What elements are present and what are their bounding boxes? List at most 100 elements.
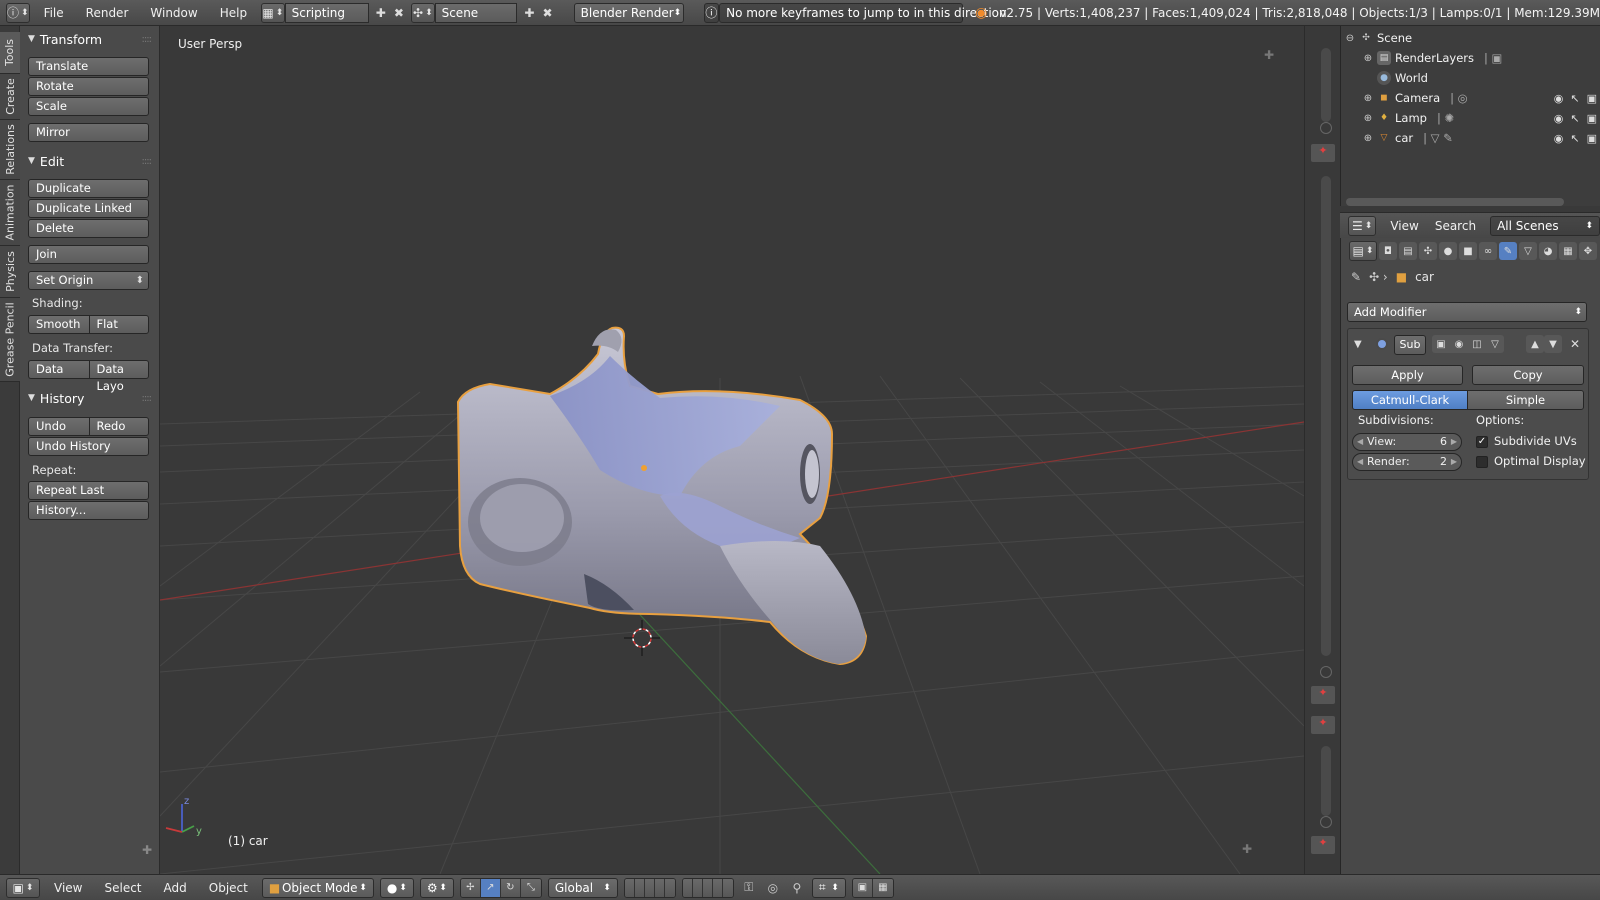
optimal-display-checkbox[interactable] (1476, 456, 1488, 468)
texture-tab-icon[interactable]: ▦ (1559, 242, 1577, 260)
data-button[interactable]: Data (28, 360, 89, 379)
selectable-arrow-icon[interactable]: ↖ (1570, 92, 1579, 105)
strip-scrollbar[interactable] (1321, 48, 1331, 122)
visibility-eye-icon[interactable]: ◉ (1554, 92, 1564, 105)
remove-layout-button[interactable]: ✖ (393, 4, 405, 22)
menu-render[interactable]: Render (78, 6, 137, 20)
tab-physics[interactable]: Physics (0, 246, 20, 298)
scene-icon[interactable]: ✣ ⬍ (411, 2, 435, 23)
add-modifier-select[interactable]: Add Modifier ⬍ (1347, 302, 1587, 322)
tab-tools[interactable]: Tools (0, 32, 20, 74)
decrement-icon[interactable]: ◀ (1357, 434, 1363, 450)
snap-element-select[interactable]: ⌗ ⬍ (811, 877, 846, 898)
tab-create[interactable]: Create (0, 74, 20, 120)
manipulator-toggle-icon[interactable]: ✢ (460, 878, 481, 897)
selectable-arrow-icon[interactable]: ↖ (1570, 112, 1579, 125)
object-tab-icon[interactable]: ■ (1459, 242, 1477, 260)
outliner-editor-type-button[interactable]: ☰ ⬍ (1348, 215, 1377, 236)
layer-15[interactable] (722, 878, 733, 897)
viewport-shading-select[interactable]: ● ⬍ (379, 877, 414, 898)
strip-editor-icon[interactable]: ✦ (1311, 144, 1335, 162)
editmode-toggle-icon[interactable]: ◫ (1468, 335, 1486, 353)
move-down-icon[interactable]: ▼ (1544, 335, 1562, 353)
scene-tab-icon[interactable]: ✣ (1419, 242, 1437, 260)
drag-grip-icon[interactable]: :::: (142, 156, 153, 167)
data-layout-button[interactable]: Data Layo (88, 360, 149, 393)
physics-tab-icon[interactable]: ✥ (1579, 242, 1597, 260)
strip-editor-icon-3[interactable]: ✦ (1311, 716, 1335, 734)
strip-scrollbar-2[interactable] (1321, 176, 1331, 656)
transform-orientation-select[interactable]: Global ⬍ (547, 877, 618, 898)
outliner-row-camera[interactable]: ⊕ ◼ Camera | ◎ ◉ ↖ ▣ (1341, 88, 1600, 108)
translate-manipulator-icon[interactable]: ↗ (480, 878, 501, 897)
outliner-row-scene[interactable]: ⊖ ✣ Scene (1341, 28, 1600, 48)
remove-modifier-icon[interactable]: ✕ (1570, 337, 1580, 351)
properties-editor-type-button[interactable]: ▤ ⬍ (1349, 241, 1377, 261)
panel-transform-header[interactable]: ▼ Transform :::: (28, 28, 153, 50)
catmull-clark-toggle[interactable]: Catmull-Clark (1352, 390, 1468, 410)
opengl-render-image-icon[interactable]: ▣ (852, 878, 873, 897)
renderable-camera-icon[interactable]: ▣ (1587, 92, 1597, 105)
undo-button[interactable]: Undo (28, 417, 89, 436)
layout-field[interactable]: Scripting (284, 2, 369, 23)
simple-toggle[interactable]: Simple (1467, 390, 1584, 410)
3d-cursor-icon[interactable] (624, 620, 660, 656)
history-button[interactable]: History... (28, 501, 149, 520)
menu-view[interactable]: View (46, 881, 90, 895)
proportional-edit-icon[interactable]: ◎ (764, 879, 782, 897)
renderable-camera-icon[interactable]: ▣ (1587, 112, 1597, 125)
outliner-row-car[interactable]: ⊕ ▽ car | ▽ ✎ ◉ ↖ ▣ (1341, 128, 1600, 148)
panel-history-header[interactable]: ▼ History :::: (28, 387, 152, 409)
3d-view-editor-type-button[interactable]: ▣ ⬍ (6, 877, 40, 898)
render-layers-tab-icon[interactable]: ▤ (1399, 242, 1417, 260)
expand-icon[interactable]: ⊕ (1363, 113, 1373, 124)
cage-toggle-icon[interactable]: ▽ (1486, 335, 1504, 353)
decrement-icon[interactable]: ◀ (1357, 454, 1363, 470)
plus-icon[interactable]: ✚ (142, 844, 154, 856)
outliner-horizontal-scrollbar[interactable] (1346, 198, 1564, 206)
scale-manipulator-icon[interactable]: ⤡ (520, 878, 541, 897)
mirror-button[interactable]: Mirror (28, 123, 149, 142)
view-levels-field[interactable]: ◀ View: 6 ▶ (1352, 433, 1462, 451)
modifiers-tab-icon[interactable]: ✎ (1499, 242, 1517, 260)
add-layout-button[interactable]: ✚ (375, 4, 387, 22)
tab-relations[interactable]: Relations (0, 120, 20, 180)
opengl-render-animation-icon[interactable]: ▦ (872, 878, 893, 897)
flat-button[interactable]: Flat (88, 315, 149, 334)
tab-grease-pencil[interactable]: Grease Pencil (0, 298, 20, 382)
set-origin-select[interactable]: Set Origin (28, 271, 149, 290)
strip-editor-icon-2[interactable]: ✦ (1311, 686, 1335, 704)
layer-14[interactable] (712, 878, 723, 897)
layer-5[interactable] (664, 878, 675, 897)
layer-3[interactable] (644, 878, 655, 897)
mesh-data-tab-icon[interactable]: ▽ (1519, 242, 1537, 260)
strip-scroll-knob-3[interactable] (1320, 816, 1332, 828)
collapse-icon[interactable]: ▼ (1354, 339, 1362, 350)
drag-grip-icon[interactable]: :::: (142, 34, 153, 45)
car-mesh[interactable] (456, 326, 868, 666)
apply-button[interactable]: Apply (1352, 365, 1463, 385)
strip-scroll-knob[interactable] (1320, 122, 1332, 134)
strip-editor-icon-4[interactable]: ✦ (1311, 836, 1335, 854)
layer-11[interactable] (682, 878, 693, 897)
modifier-name-field[interactable]: Sub (1394, 335, 1426, 355)
increment-icon[interactable]: ▶ (1451, 454, 1457, 470)
render-levels-field[interactable]: ◀ Render: 2 ▶ (1352, 453, 1462, 471)
visibility-eye-icon[interactable]: ◉ (1554, 112, 1564, 125)
outliner-row-world[interactable]: ● World (1341, 68, 1600, 88)
realtime-eye-icon[interactable]: ◉ (1450, 335, 1468, 353)
display-mode-select[interactable]: All Scenes ⬍ (1490, 215, 1600, 236)
duplicate-linked-button[interactable]: Duplicate Linked (28, 199, 149, 218)
lock-layers-icon[interactable]: ⚿ (740, 879, 758, 897)
screen-layout-icon[interactable]: ▦ ⬍ (261, 2, 285, 23)
rotate-manipulator-icon[interactable]: ↻ (500, 878, 521, 897)
constraints-tab-icon[interactable]: ∞ (1479, 242, 1497, 260)
repeat-last-button[interactable]: Repeat Last (28, 481, 149, 500)
visibility-eye-icon[interactable]: ◉ (1554, 132, 1564, 145)
3d-viewport[interactable]: z y User Persp (1) car ✚ ✚ (160, 26, 1304, 874)
delete-button[interactable]: Delete (28, 219, 149, 238)
translate-button[interactable]: Translate (28, 57, 149, 76)
collapse-icon[interactable]: ⊖ (1345, 33, 1355, 44)
scene-field[interactable]: Scene (434, 2, 518, 23)
snap-icon[interactable]: ⚲ (788, 879, 806, 897)
